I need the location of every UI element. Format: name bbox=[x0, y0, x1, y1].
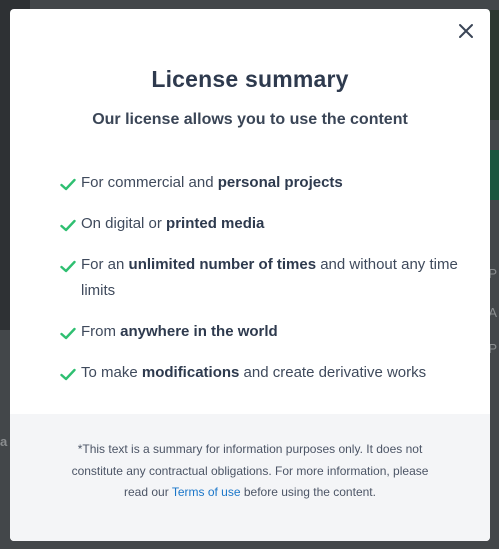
check-icon bbox=[60, 212, 78, 238]
list-item-text: To make modifications and create derivat… bbox=[81, 364, 427, 381]
license-summary-modal: License summary Our license allows you t… bbox=[10, 9, 490, 541]
list-item-text: On digital or printed media bbox=[81, 215, 265, 232]
check-icon bbox=[60, 320, 78, 346]
list-item: To make modifications and create derivat… bbox=[60, 360, 460, 387]
terms-of-use-link[interactable]: Terms of use bbox=[172, 485, 241, 499]
disclaimer-footer: *This text is a summary for information … bbox=[10, 414, 490, 541]
modal-subtitle: Our license allows you to use the conten… bbox=[92, 111, 408, 128]
list-item: For commercial and personal projects bbox=[60, 170, 460, 197]
check-icon bbox=[60, 361, 78, 387]
list-item: On digital or printed media bbox=[60, 211, 460, 238]
list-item-text: For commercial and personal projects bbox=[81, 174, 343, 191]
list-item-text: From anywhere in the world bbox=[81, 323, 278, 340]
list-item-text: For an unlimited number of times and wit… bbox=[81, 256, 458, 299]
list-item: For an unlimited number of times and wit… bbox=[60, 252, 460, 304]
modal-title: License summary bbox=[151, 66, 349, 92]
disclaimer-text-end: before using the content. bbox=[240, 485, 376, 499]
close-button[interactable] bbox=[456, 21, 476, 41]
close-icon bbox=[459, 24, 473, 38]
check-icon bbox=[60, 253, 78, 279]
list-item: From anywhere in the world bbox=[60, 319, 460, 346]
check-icon bbox=[60, 171, 78, 197]
license-terms-list: For commercial and personal projects On … bbox=[60, 170, 460, 401]
